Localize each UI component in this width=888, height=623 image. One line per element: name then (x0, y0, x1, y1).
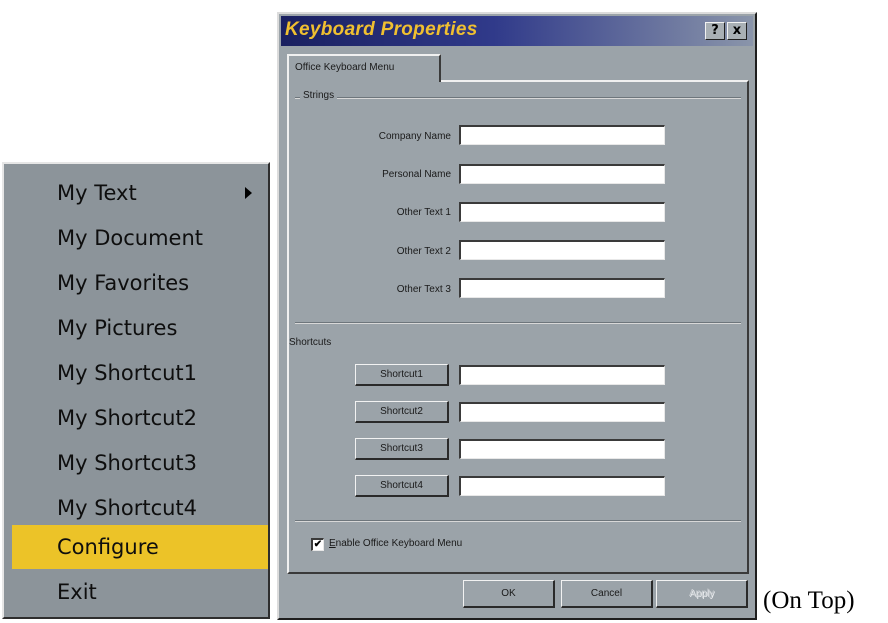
company-name-label: Company Name (378, 131, 451, 142)
keyboard-properties-dialog: Keyboard Properties ? x Office Keyboard … (277, 12, 757, 620)
help-button[interactable]: ? (705, 22, 725, 40)
tab-office-keyboard-menu[interactable]: Office Keyboard Menu (287, 54, 441, 82)
caption-text: (On Top) (763, 587, 855, 614)
tab-panel (287, 80, 749, 574)
personal-name-label: Personal Name (382, 169, 451, 180)
shortcut2-field[interactable] (459, 402, 665, 422)
other-text-1-field[interactable] (459, 202, 665, 222)
dialog-title: Keyboard Properties (285, 19, 478, 40)
menu-item-my-shortcut2[interactable]: My Shortcut2 (6, 396, 268, 440)
shortcuts-group-label: Shortcuts (289, 337, 332, 348)
enable-menu-label: Enable Office Keyboard Menu (329, 538, 462, 549)
menu-item-my-pictures[interactable]: My Pictures (6, 306, 268, 350)
chevron-right-icon (245, 187, 252, 199)
strings-group-label: Strings (300, 90, 338, 101)
shortcut3-field[interactable] (459, 439, 665, 459)
checkbox-divider (295, 520, 741, 522)
shortcut1-field[interactable] (459, 365, 665, 385)
apply-button[interactable]: Apply (656, 580, 748, 608)
menu-item-my-document[interactable]: My Document (6, 216, 268, 260)
shortcut1-button[interactable]: Shortcut1 (355, 364, 449, 386)
enable-menu-checkbox[interactable]: ✔ (311, 538, 324, 551)
mnemonic-letter: E (329, 538, 336, 549)
menu-item-my-favorites[interactable]: My Favorites (6, 261, 268, 305)
menu-item-my-text[interactable]: My Text (6, 171, 268, 215)
shortcut4-button[interactable]: Shortcut4 (355, 475, 449, 497)
ok-button[interactable]: OK (463, 580, 555, 608)
shortcuts-group-divider (295, 322, 741, 324)
shortcut3-button[interactable]: Shortcut3 (355, 438, 449, 460)
close-button[interactable]: x (727, 22, 747, 40)
menu-item-label: My Text (57, 181, 137, 205)
company-name-field[interactable] (459, 125, 665, 145)
other-text-1-label: Other Text 1 (396, 207, 451, 218)
other-text-2-label: Other Text 2 (396, 246, 451, 257)
popup-menu: My Text My Document My Favorites My Pict… (2, 162, 270, 619)
shortcut2-button[interactable]: Shortcut2 (355, 401, 449, 423)
other-text-3-field[interactable] (459, 278, 665, 298)
menu-item-configure[interactable]: Configure (12, 525, 268, 569)
menu-item-exit[interactable]: Exit (6, 570, 268, 614)
personal-name-field[interactable] (459, 164, 665, 184)
other-text-2-field[interactable] (459, 240, 665, 260)
other-text-3-label: Other Text 3 (396, 284, 451, 295)
title-bar[interactable]: Keyboard Properties ? x (281, 16, 753, 46)
menu-item-my-shortcut3[interactable]: My Shortcut3 (6, 441, 268, 485)
strings-group-divider (295, 97, 741, 99)
shortcut4-field[interactable] (459, 476, 665, 496)
label-text: nable Office Keyboard Menu (335, 538, 463, 549)
menu-item-my-shortcut1[interactable]: My Shortcut1 (6, 351, 268, 395)
menu-item-my-shortcut4[interactable]: My Shortcut4 (6, 486, 268, 530)
cancel-button[interactable]: Cancel (561, 580, 653, 608)
